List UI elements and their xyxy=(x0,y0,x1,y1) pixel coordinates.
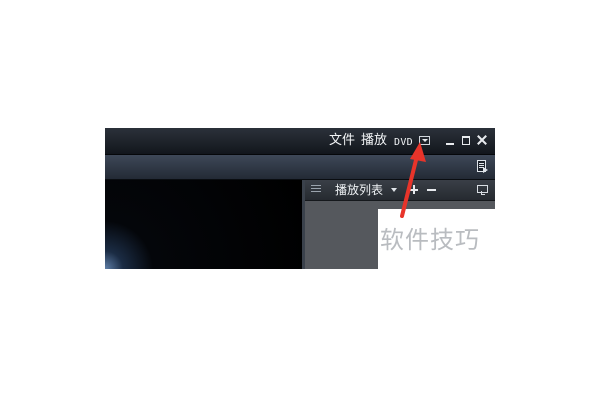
screenshot-stage: 文件 播放 DVD 播放列表 软件技巧 xyxy=(0,0,600,400)
playlist-toggle-icon[interactable] xyxy=(477,160,489,174)
playlist-title[interactable]: 播放列表 xyxy=(335,182,383,198)
menu-play[interactable]: 播放 xyxy=(361,133,387,149)
video-area[interactable] xyxy=(105,180,302,269)
close-icon[interactable] xyxy=(477,135,487,145)
minimize-icon[interactable] xyxy=(445,135,455,145)
watermark-text: 软件技巧 xyxy=(380,226,480,254)
list-view-icon[interactable] xyxy=(311,185,321,194)
undock-icon[interactable] xyxy=(477,185,488,195)
menu-file[interactable]: 文件 xyxy=(329,133,355,149)
annotation-arrow-icon xyxy=(400,142,426,218)
toolbar xyxy=(105,155,495,180)
title-bar: 文件 播放 DVD xyxy=(105,128,495,155)
maximize-icon[interactable] xyxy=(461,135,471,145)
